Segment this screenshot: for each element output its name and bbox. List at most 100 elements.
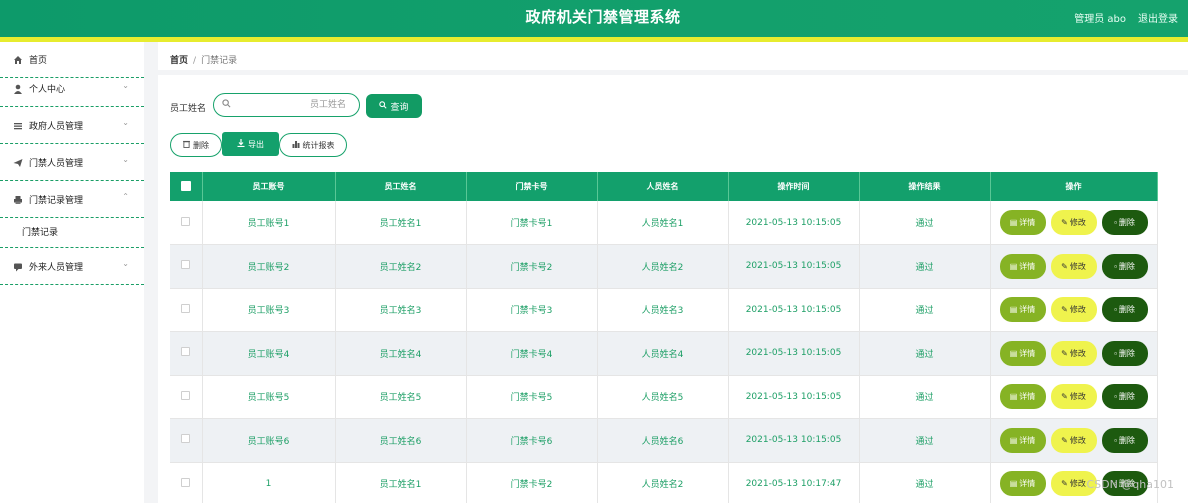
cell-card: 门禁卡号4	[466, 331, 598, 376]
stats-label: 统计报表	[302, 140, 335, 150]
detail-button[interactable]: ▤ 详情	[999, 384, 1046, 410]
row-checkbox[interactable]	[170, 462, 203, 503]
logout-link[interactable]: 退出登录	[1138, 10, 1178, 25]
select-all-checkbox[interactable]	[170, 172, 203, 201]
search-input[interactable]	[236, 97, 356, 113]
edit-button[interactable]: ✎ 修改	[1050, 340, 1097, 366]
col-header-card: 门禁卡号	[466, 172, 598, 201]
cell-time: 2021-05-13 10:15:05	[728, 375, 860, 419]
cell-name: 员工姓名5	[335, 375, 467, 419]
col-header-result: 操作结果	[859, 172, 991, 201]
cell-account: 员工账号4	[202, 331, 336, 376]
stats-report-button[interactable]: 统计报表	[279, 133, 347, 157]
edit-button[interactable]: ✎ 修改	[1050, 297, 1097, 323]
doc-icon: ▤	[1009, 305, 1018, 315]
submenu-item-access-record[interactable]: 门禁记录	[0, 215, 144, 248]
detail-button[interactable]: ▤ 详情	[999, 210, 1046, 235]
detail-button[interactable]: ▤ 详情	[999, 427, 1046, 453]
table-row: 员工账号5 员工姓名5 门禁卡号5 人员姓名5 2021-05-13 10:15:05 通…	[170, 375, 1158, 419]
breadcrumb-home[interactable]: 首页	[170, 56, 188, 66]
sidebar-item-access-records[interactable]: 门禁记录管理 ⌃	[0, 182, 144, 218]
cell-time: 2021-05-13 10:15:05	[728, 418, 860, 463]
table-row: 1 员工姓名1 门禁卡号2 人员姓名2 2021-05-13 10:17:47 通过 ▤ 详情…	[170, 462, 1158, 503]
row-checkbox[interactable]	[170, 418, 203, 463]
sidebar-item-label: 个人中心	[29, 85, 66, 95]
col-header-time: 操作时间	[728, 172, 860, 201]
sidebar: 首页 个人中心 ⌄ 政府人员管理 ⌄ 门禁人员管理 ⌄ 门禁记录管理 ⌃ 门禁记…	[0, 42, 144, 503]
edit-label: 修改	[1069, 305, 1086, 315]
cell-person: 人员姓名2	[597, 244, 729, 289]
top-header: 政府机关门禁管理系统 管理员 abo 退出登录	[0, 0, 1188, 37]
batch-delete-label: 删除	[193, 140, 209, 150]
pencil-icon: ✎	[1061, 218, 1068, 227]
edit-button[interactable]: ✎ 修改	[1050, 384, 1097, 410]
delete-label: 删除	[1118, 261, 1135, 271]
row-checkbox[interactable]	[170, 331, 203, 376]
detail-button[interactable]: ▤ 详情	[999, 471, 1046, 497]
chevron-down-icon: ⌄	[122, 118, 129, 127]
pencil-icon: ✎	[1061, 348, 1068, 358]
chat-icon	[12, 261, 24, 273]
delete-label: 删除	[1118, 305, 1135, 315]
cell-name: 员工姓名1	[335, 462, 467, 503]
sidebar-item-label: 外来人员管理	[29, 263, 84, 273]
chevron-down-icon: ⌄	[122, 81, 129, 90]
send-icon	[12, 157, 24, 169]
detail-button[interactable]: ▤ 详情	[999, 340, 1046, 366]
detail-button[interactable]: ▤ 详情	[999, 253, 1046, 279]
trash-icon: ▫	[1114, 305, 1117, 315]
breadcrumb-bar: 首页 / 门禁记录	[158, 42, 1188, 75]
cell-ops: ▤ 详情 ✎ 修改 ▫ 删除	[990, 375, 1158, 419]
detail-button[interactable]: ▤ 详情	[999, 297, 1046, 323]
trash-icon: ▫	[1114, 392, 1117, 402]
batch-delete-button[interactable]: 删除	[170, 133, 222, 157]
delete-button[interactable]: ▫ 删除	[1101, 297, 1148, 323]
breadcrumb-separator: /	[193, 56, 197, 66]
printer-icon	[12, 194, 24, 206]
cell-time: 2021-05-13 10:17:47	[728, 462, 860, 503]
edit-button[interactable]: ✎ 修改	[1050, 253, 1097, 279]
header-user-area: 管理员 abo 退出登录	[1074, 10, 1178, 25]
delete-button[interactable]: ▫ 删除	[1101, 210, 1148, 235]
app-title: 政府机关门禁管理系统	[525, 8, 681, 26]
row-checkbox[interactable]	[170, 244, 203, 289]
col-header-ops: 操作	[990, 172, 1158, 201]
chevron-up-icon: ⌃	[122, 192, 129, 201]
home-icon	[12, 54, 24, 66]
delete-button[interactable]: ▫ 删除	[1101, 340, 1148, 366]
cell-card: 门禁卡号5	[466, 375, 598, 419]
row-checkbox[interactable]	[170, 288, 203, 332]
cell-card: 门禁卡号1	[466, 201, 598, 245]
delete-button[interactable]: ▫ 删除	[1101, 384, 1148, 410]
sidebar-item-gov-staff[interactable]: 政府人员管理 ⌄	[0, 108, 144, 144]
doc-icon: ▤	[1009, 392, 1018, 402]
sidebar-item-visitors[interactable]: 外来人员管理 ⌄	[0, 249, 144, 285]
search-button-label: 查询	[390, 101, 409, 112]
search-button[interactable]: 查询	[366, 94, 422, 118]
cell-result: 通过	[859, 462, 991, 503]
delete-button[interactable]: ▫ 删除	[1101, 253, 1148, 279]
search-field[interactable]	[213, 93, 360, 117]
trash-icon: ▫	[1114, 435, 1117, 445]
edit-button[interactable]: ✎ 修改	[1050, 210, 1097, 235]
detail-label: 详情	[1019, 392, 1036, 402]
sidebar-item-label: 门禁人员管理	[29, 159, 84, 169]
edit-label: 修改	[1069, 435, 1086, 445]
chevron-down-icon: ⌄	[122, 259, 129, 268]
cell-person: 人员姓名5	[597, 375, 729, 419]
edit-label: 修改	[1069, 261, 1086, 271]
cell-result: 通过	[859, 244, 991, 289]
cell-ops: ▤ 详情 ✎ 修改 ▫ 删除	[990, 244, 1158, 289]
edit-button[interactable]: ✎ 修改	[1050, 427, 1097, 453]
trash-icon	[183, 140, 190, 150]
records-table: 员工账号 员工姓名 门禁卡号 人员姓名 操作时间 操作结果 操作 员工账号1 员工…	[170, 172, 1158, 503]
delete-label: 删除	[1118, 218, 1135, 227]
row-checkbox[interactable]	[170, 375, 203, 419]
export-button[interactable]: 导出	[222, 132, 279, 156]
edit-label: 修改	[1069, 218, 1086, 227]
delete-button[interactable]: ▫ 删除	[1101, 427, 1148, 453]
cell-name: 员工姓名2	[335, 244, 467, 289]
sidebar-item-access-staff[interactable]: 门禁人员管理 ⌄	[0, 145, 144, 181]
sidebar-item-personal[interactable]: 个人中心 ⌄	[0, 71, 144, 107]
row-checkbox[interactable]	[170, 201, 203, 245]
